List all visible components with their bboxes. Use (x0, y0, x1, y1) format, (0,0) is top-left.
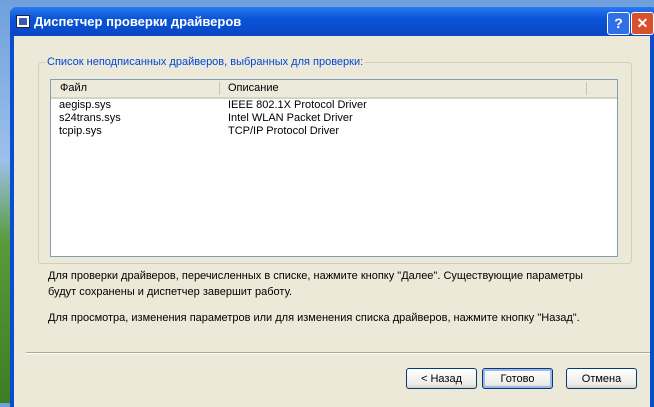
dialog-body: Список неподписанных драйверов, выбранны… (14, 36, 650, 407)
close-button[interactable]: ✕ (631, 12, 654, 35)
table-row[interactable]: s24trans.sys Intel WLAN Packet Driver (51, 112, 617, 125)
window-title: Диспетчер проверки драйверов (34, 14, 242, 29)
column-header-description[interactable]: Описание (228, 82, 279, 94)
driver-group-box: Список неподписанных драйверов, выбранны… (38, 56, 632, 264)
finish-button[interactable]: Готово (482, 368, 553, 389)
column-divider[interactable] (586, 82, 587, 95)
column-divider[interactable] (219, 82, 220, 95)
driver-list[interactable]: Файл Описание aegisp.sys IEEE 802.1X Prot… (50, 79, 618, 257)
back-button[interactable]: < Назад (406, 368, 477, 389)
dialog-window: Диспетчер проверки драйверов ? ✕ Список … (10, 7, 654, 407)
file-cell: tcpip.sys (59, 125, 102, 137)
file-cell: s24trans.sys (59, 112, 121, 124)
file-cell: aegisp.sys (59, 99, 111, 111)
table-row[interactable]: tcpip.sys TCP/IP Protocol Driver (51, 125, 617, 138)
instruction-text: будут сохранены и диспетчер завершит раб… (48, 286, 293, 298)
description-cell: Intel WLAN Packet Driver (228, 112, 353, 124)
separator (26, 352, 650, 354)
instruction-text: Для проверки драйверов, перечисленных в … (48, 270, 583, 282)
instruction-text: Для просмотра, изменения параметров или … (48, 312, 580, 324)
list-header: Файл Описание (51, 80, 617, 99)
description-cell: TCP/IP Protocol Driver (228, 125, 340, 137)
title-bar[interactable]: Диспетчер проверки драйверов ? ✕ (10, 7, 654, 36)
help-button[interactable]: ? (607, 12, 630, 35)
cancel-button[interactable]: Отмена (566, 368, 637, 389)
table-row[interactable]: aegisp.sys IEEE 802.1X Protocol Driver (51, 99, 617, 112)
description-cell: IEEE 802.1X Protocol Driver (228, 99, 367, 111)
column-header-file[interactable]: Файл (60, 82, 87, 94)
group-caption: Список неподписанных драйверов, выбранны… (45, 56, 366, 68)
app-icon (16, 15, 30, 28)
